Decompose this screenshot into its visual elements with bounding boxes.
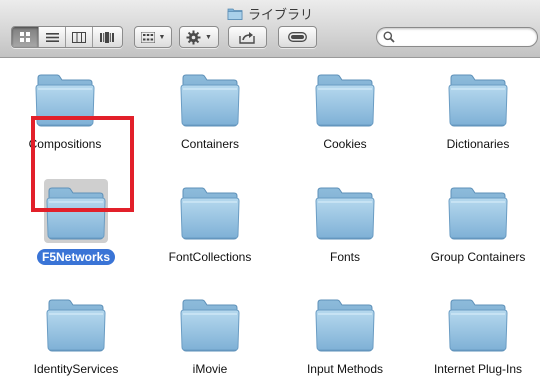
- list-view-button[interactable]: [39, 27, 66, 47]
- folder-label: Input Methods: [306, 362, 384, 376]
- list-icon: [45, 32, 59, 42]
- coverflow-view-button[interactable]: [93, 27, 120, 47]
- folder-label: IdentityServices: [33, 362, 119, 376]
- folder-label: Cookies: [323, 137, 367, 151]
- window-title-area: ライブラリ: [0, 4, 540, 22]
- folder-label: Group Containers: [430, 250, 526, 264]
- toolbar: ▼ ▼: [0, 26, 540, 50]
- folder-icon: [315, 72, 375, 128]
- folder-icon: [180, 72, 240, 128]
- tags-button[interactable]: [278, 26, 317, 48]
- search-field[interactable]: [376, 27, 538, 47]
- folder-icon: [180, 297, 240, 353]
- grid-icon: [20, 32, 30, 42]
- folder-icon: [315, 185, 375, 241]
- folder-icon: [315, 297, 375, 353]
- folder-item-group-containers[interactable]: Group Containers: [413, 172, 540, 276]
- title-bar: ライブラリ ▼ ▼: [0, 0, 540, 58]
- share-button[interactable]: [228, 26, 267, 48]
- window-title: ライブラリ: [247, 6, 313, 22]
- columns-icon: [72, 31, 86, 43]
- folder-item-containers[interactable]: Containers: [145, 59, 275, 163]
- folder-item-identityservices[interactable]: IdentityServices: [11, 284, 141, 386]
- share-icon: [239, 31, 255, 44]
- folder-item-fontcollections[interactable]: FontCollections: [145, 172, 275, 276]
- folder-label: Dictionaries: [446, 137, 510, 151]
- tag-icon: [288, 32, 307, 42]
- folder-item-input-methods[interactable]: Input Methods: [280, 284, 410, 386]
- search-input[interactable]: [399, 29, 531, 45]
- coverflow-icon: [99, 31, 114, 43]
- folder-icon: [227, 7, 243, 20]
- folder-label: Internet Plug-Ins: [433, 362, 523, 376]
- folder-item-imovie[interactable]: iMovie: [145, 284, 275, 386]
- icon-view-button[interactable]: [12, 27, 39, 47]
- folder-icon: [448, 72, 508, 128]
- folder-item-cookies[interactable]: Cookies: [280, 59, 410, 163]
- folder-item-dictionaries[interactable]: Dictionaries: [413, 59, 540, 163]
- arrange-icon: [140, 31, 155, 43]
- search-icon: [383, 31, 395, 43]
- arrange-menu-button[interactable]: ▼: [134, 26, 172, 48]
- gear-icon: [186, 30, 201, 44]
- folder-item-internet-plug-ins[interactable]: Internet Plug-Ins: [413, 284, 540, 386]
- folder-item-fonts[interactable]: Fonts: [280, 172, 410, 276]
- folder-icon: [448, 297, 508, 353]
- folder-label: FontCollections: [168, 250, 252, 264]
- chevron-down-icon: ▼: [205, 33, 212, 41]
- folder-label: iMovie: [192, 362, 228, 376]
- folder-label: Containers: [180, 137, 240, 151]
- folder-icon: [180, 185, 240, 241]
- folder-icon: [448, 185, 508, 241]
- folder-label: Fonts: [329, 250, 360, 264]
- chevron-down-icon: ▼: [158, 33, 166, 41]
- file-browser-grid: Compositions Containers Cookies Dictiona…: [0, 59, 540, 386]
- highlight-annotation-box: [31, 116, 134, 212]
- action-menu-button[interactable]: ▼: [179, 26, 219, 48]
- folder-icon: [46, 297, 106, 353]
- folder-label: F5Networks: [36, 249, 116, 265]
- view-mode-control: [11, 26, 123, 48]
- column-view-button[interactable]: [66, 27, 93, 47]
